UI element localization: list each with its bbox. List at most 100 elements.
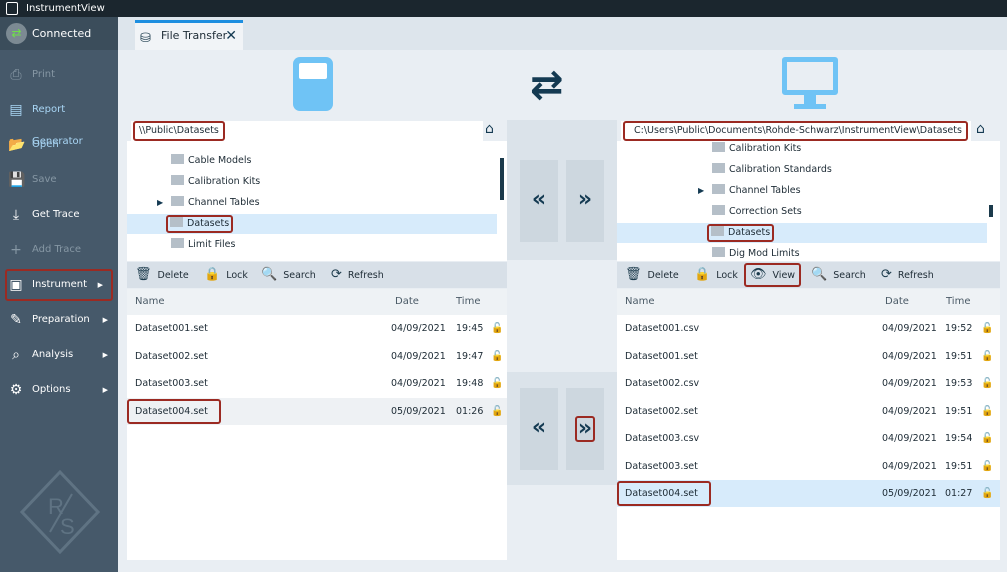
view-button[interactable]: 👁 View [744,263,802,287]
rs-logo: RS [20,470,100,554]
tree-item[interactable]: ▶ Channel Tables [127,193,497,213]
sidebar-item-preparation[interactable]: ✎ Preparation ▶ [0,304,118,336]
file-row[interactable]: Dataset003.set 04/09/2021 19:51 🔓 [617,453,1000,480]
file-name: Dataset004.set [617,481,711,506]
tree-item-label: Correction Sets [729,206,802,217]
tree-item[interactable]: Dig Mod Limits [617,244,987,264]
search-icon: 🔍 [261,267,278,282]
close-icon[interactable]: ✕ [225,23,237,49]
left-tree-scrollbar[interactable] [500,158,504,200]
folder-icon [170,217,183,227]
tree-item[interactable]: Cable Models [127,151,497,171]
column-header-name[interactable]: Name [135,289,165,315]
unlocked-icon[interactable]: 🔓 [981,453,993,480]
sidebar-item-get-trace[interactable]: ⤓ Get Trace [0,199,118,231]
unlocked-icon[interactable]: 🔓 [491,370,503,397]
file-row[interactable]: Dataset002.csv 04/09/2021 19:53 🔓 [617,370,1000,397]
file-row[interactable]: Dataset001.csv 04/09/2021 19:52 🔓 [617,315,1000,342]
copy-folder-to-pc-button[interactable]: » [566,160,604,242]
tree-item[interactable]: ▶ Channel Tables [617,181,987,201]
tab-file-transfer[interactable]: ⛁ File Transfer ✕ [135,20,243,50]
sidebar-item-report-generator[interactable]: ▤ Report Generator [0,94,118,147]
open-icon: 📂 [8,137,26,153]
sidebar-item-add-trace[interactable]: + Add Trace [0,234,118,266]
right-folder-tree: Calibration Kits Calibration Standards ▶ Ch… [617,141,1000,261]
unlocked-icon[interactable]: 🔓 [981,315,993,342]
sidebar-item-instrument[interactable]: ▣ Instrument ▶ [5,269,113,301]
tree-item-wrap: Datasets [166,215,234,233]
column-header-date[interactable]: Date [885,289,909,315]
tree-item[interactable]: Datasets [617,223,987,243]
left-home-icon[interactable]: ⌂ [485,121,494,137]
unlocked-icon[interactable]: 🔓 [491,398,503,425]
sidebar-item-save[interactable]: 💾 Save [0,164,118,196]
copy-file-to-instrument-button[interactable]: « [520,388,558,470]
right-toolbar: 🗑 Delete 🔒 Lock 👁 View 🔍 Search ⟳ Refresh [617,262,1000,288]
refresh-button[interactable]: ⟳ Refresh [881,262,934,288]
file-row[interactable]: Dataset003.csv 04/09/2021 19:54 🔓 [617,425,1000,452]
tree-item[interactable]: Correction Sets [617,202,987,222]
right-tree-scrollbar[interactable] [989,205,993,217]
expand-icon[interactable]: ▶ [698,181,704,201]
file-row[interactable]: Dataset003.set 04/09/2021 19:48 🔓 [127,370,507,397]
unlocked-icon[interactable]: 🔓 [981,425,993,452]
expand-icon[interactable]: ▶ [157,193,163,213]
right-path-field[interactable]: C:\Users\Public\Documents\Rohde-Schwarz\… [621,121,971,141]
column-header-date[interactable]: Date [395,289,419,315]
right-home-icon[interactable]: ⌂ [976,121,985,137]
instrument-icon: ▣ [9,277,23,293]
delete-button[interactable]: 🗑 Delete [625,262,679,288]
unlocked-icon[interactable]: 🔓 [491,343,503,370]
folder-icon [712,163,725,173]
column-header-time[interactable]: Time [946,289,970,315]
file-row[interactable]: Dataset002.set 04/09/2021 19:47 🔓 [127,343,507,370]
file-row[interactable]: Dataset001.set 04/09/2021 19:51 🔓 [617,343,1000,370]
search-icon: 🔍 [811,267,828,282]
refresh-button[interactable]: ⟳ Refresh [331,262,384,288]
pc-monitor-icon [782,57,838,95]
tree-item[interactable]: Calibration Kits [617,139,987,159]
column-header-time[interactable]: Time [456,289,480,315]
unlocked-icon[interactable]: 🔓 [981,398,993,425]
sidebar-item-analysis[interactable]: ⌕ Analysis ▶ [0,339,118,371]
left-path-field[interactable]: \\Public\Datasets [131,121,483,141]
unlocked-icon[interactable]: 🔓 [981,480,993,507]
search-button[interactable]: 🔍 Search [811,262,866,288]
connection-status[interactable]: ⇄ Connected [0,17,118,50]
tree-item-label: Calibration Standards [729,164,832,175]
file-name: Dataset002.csv [625,378,700,389]
sidebar-item-print[interactable]: ⎙ Print [0,59,118,91]
copy-file-to-pc-button[interactable]: » [566,388,604,470]
unlocked-icon[interactable]: 🔓 [981,343,993,370]
delete-button[interactable]: 🗑 Delete [135,262,189,288]
unlocked-icon[interactable]: 🔓 [491,315,503,342]
tree-item[interactable]: Calibration Standards [617,160,987,180]
tab-label: File Transfer [161,29,228,42]
refresh-label: Refresh [347,270,384,281]
file-time: 19:51 [945,460,973,472]
file-row[interactable]: Dataset004.set 05/09/2021 01:27 🔓 [617,480,1000,507]
column-header-name[interactable]: Name [625,289,655,315]
file-row[interactable]: Dataset004.set 05/09/2021 01:26 🔓 [127,397,507,425]
connection-label: Connected [32,27,92,40]
tree-item-wrap: Calibration Standards [712,163,832,175]
tree-item-wrap: Limit Files [171,238,235,250]
search-button[interactable]: 🔍 Search [261,262,316,288]
left-file-list-header: Name Date Time [127,289,507,315]
tree-item[interactable]: Calibration Kits [127,172,497,192]
file-row[interactable]: Dataset002.set 04/09/2021 19:51 🔓 [617,398,1000,425]
file-date: 04/09/2021 [882,460,937,472]
file-row[interactable]: Dataset001.set 04/09/2021 19:45 🔓 [127,315,507,342]
unlocked-icon[interactable]: 🔓 [981,370,993,397]
lock-button[interactable]: 🔒 Lock [204,262,248,288]
folder-icon [171,238,184,248]
tree-item-label: Channel Tables [188,197,260,208]
tree-item[interactable]: Datasets [127,214,497,234]
copy-folder-to-instrument-button[interactable]: « [520,160,558,242]
lock-icon: 🔒 [204,267,221,282]
sidebar-item-open[interactable]: 📂 Open [0,129,118,161]
sidebar-item-options[interactable]: ⚙ Options ▶ [0,374,118,406]
delete-icon: 🗑 [625,267,642,282]
tree-item[interactable]: Limit Files [127,235,497,255]
lock-button[interactable]: 🔒 Lock [694,262,738,288]
